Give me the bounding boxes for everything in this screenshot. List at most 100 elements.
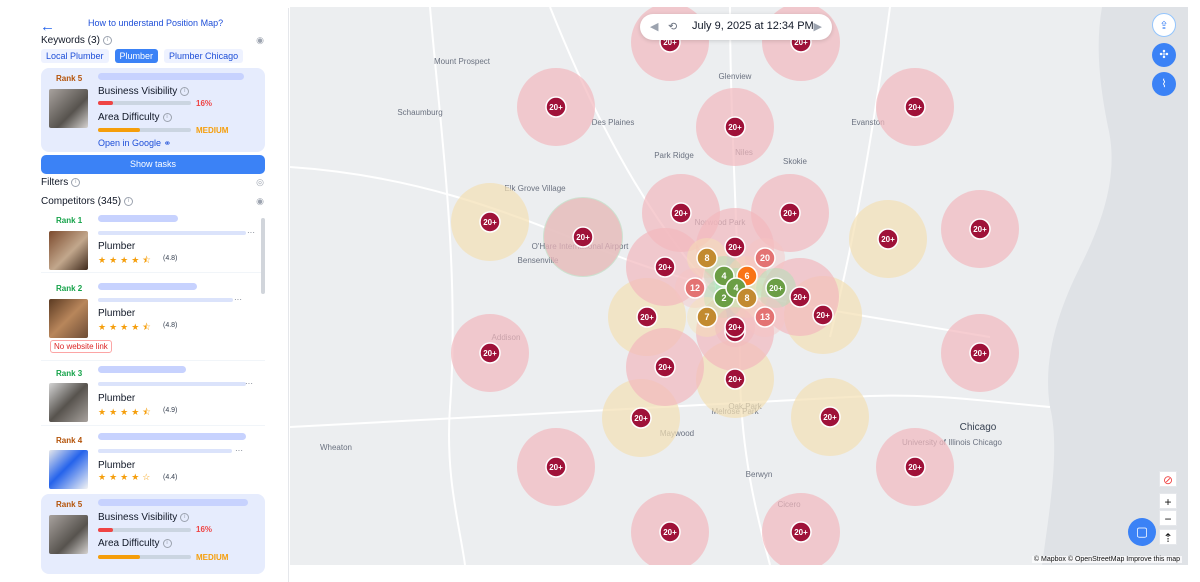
- map-pin[interactable]: 20: [754, 247, 776, 269]
- map-pin[interactable]: 20+: [724, 116, 746, 138]
- competitor-address-placeholder: [98, 231, 246, 235]
- draw-off-icon[interactable]: ⊘: [1159, 471, 1177, 487]
- map-pin[interactable]: 20+: [670, 202, 692, 224]
- sidebar: ← How to understand Position Map? Keywor…: [16, 8, 289, 582]
- map-pin[interactable]: 20+: [812, 304, 834, 326]
- map-pin[interactable]: 20+: [636, 306, 658, 328]
- divider: [41, 360, 265, 361]
- map-pin-label: 8: [744, 293, 749, 303]
- compass-reset-icon[interactable]: ⇡: [1159, 529, 1177, 545]
- map-pin[interactable]: 20+: [969, 218, 991, 240]
- eye-icon[interactable]: ◉: [256, 35, 264, 46]
- map-pin[interactable]: 7: [696, 306, 718, 328]
- map-pin[interactable]: 20+: [724, 316, 746, 338]
- map-pin[interactable]: 20+: [790, 521, 812, 543]
- competitor-name-placeholder: [98, 366, 186, 373]
- map-pin[interactable]: 12: [684, 277, 706, 299]
- sidebar-scrollbar[interactable]: [261, 218, 265, 294]
- keywords-label-text: Keywords (3): [41, 35, 100, 46]
- map-pin[interactable]: 20+: [724, 236, 746, 258]
- help-link[interactable]: How to understand Position Map?: [88, 18, 223, 28]
- map-pin-label: 20+: [728, 243, 742, 252]
- map-pin[interactable]: 20+: [479, 342, 501, 364]
- rank-label: Rank 5: [56, 500, 83, 509]
- map-pin[interactable]: 20+: [765, 277, 787, 299]
- map-pin[interactable]: 20+: [904, 456, 926, 478]
- info-icon[interactable]: i: [162, 112, 172, 122]
- map-pin[interactable]: 20+: [572, 226, 594, 248]
- info-icon[interactable]: i: [180, 86, 190, 96]
- business-visibility-label: Business Visibility i: [98, 512, 190, 523]
- zoom-in-button[interactable]: +: [1159, 493, 1177, 509]
- date-selector[interactable]: ◀ ⟲ July 9, 2025 at 12:34 PM ▶: [640, 14, 832, 40]
- competitor-card[interactable]: Rank 1 ··· Plumber ★★★★⯪ (4.8): [41, 210, 265, 270]
- map-pin-label: 20+: [881, 235, 895, 244]
- more-icon[interactable]: ···: [234, 295, 242, 304]
- map-pin[interactable]: 20+: [630, 407, 652, 429]
- map-pin[interactable]: 20+: [819, 406, 841, 428]
- info-icon[interactable]: i: [102, 35, 112, 45]
- map-pin[interactable]: 20+: [779, 202, 801, 224]
- competitor-category: Plumber: [98, 241, 136, 252]
- info-icon[interactable]: i: [71, 177, 81, 187]
- map-pin[interactable]: 20+: [724, 368, 746, 390]
- more-icon[interactable]: ···: [245, 379, 253, 388]
- more-icon[interactable]: ···: [235, 446, 243, 455]
- map[interactable]: Mount Prospect Glenview Evanston Schaumburg…: [290, 7, 1188, 565]
- info-icon[interactable]: i: [180, 512, 190, 522]
- map-pin[interactable]: 20+: [479, 211, 501, 233]
- keyword-chip-local-plumber[interactable]: Local Plumber: [41, 49, 109, 63]
- business-visibility-text: Business Visibility: [98, 86, 178, 97]
- map-pin-label: 20+: [783, 209, 797, 218]
- open-in-google-link[interactable]: Open in Google ⚭: [98, 138, 171, 149]
- info-icon[interactable]: i: [162, 538, 172, 548]
- map-attribution[interactable]: © Mapbox © OpenStreetMap Improve this ma…: [1031, 556, 1182, 563]
- map-canvas[interactable]: Mount ProspectGlenviewEvanstonSchaumburg…: [290, 7, 1188, 565]
- map-pin[interactable]: 20+: [877, 228, 899, 250]
- map-pin[interactable]: 20+: [545, 96, 567, 118]
- map-pin-label: 20+: [769, 284, 783, 293]
- eye-icon[interactable]: ◉: [256, 196, 264, 207]
- area-difficulty-label: Area Difficulty i: [98, 538, 172, 549]
- eye-off-icon[interactable]: ◎: [256, 177, 264, 188]
- map-place-label: Des Plaines: [592, 118, 635, 127]
- star-rating: ★★★★⯪: [98, 407, 154, 417]
- map-place-label: Schaumburg: [397, 108, 442, 117]
- more-icon[interactable]: ···: [247, 228, 255, 237]
- map-pin-label: 20+: [728, 375, 742, 384]
- map-pin-label: 20+: [658, 263, 672, 272]
- map-pin[interactable]: 20+: [654, 356, 676, 378]
- competitor-card[interactable]: Rank 3 ··· Plumber ★★★★⯪ (4.9): [41, 363, 265, 423]
- business-card[interactable]: Rank 5 Business Visibility i 16% Area Dif…: [41, 68, 265, 152]
- next-date-icon[interactable]: ▶: [814, 20, 822, 33]
- zoom-out-button[interactable]: −: [1159, 510, 1177, 526]
- business-name-placeholder: [98, 499, 248, 506]
- grid-settings-icon[interactable]: ✣: [1152, 43, 1176, 67]
- competitor-card[interactable]: Rank 4 ··· Plumber ★★★★☆ (4.4): [41, 430, 265, 492]
- map-pin-label: 20+: [549, 463, 563, 472]
- map-pin[interactable]: 13: [754, 306, 776, 328]
- prev-date-icon[interactable]: ◀: [650, 20, 658, 33]
- share-icon[interactable]: ⇪: [1152, 13, 1176, 37]
- business-card-bottom[interactable]: Rank 5 Business Visibility i 16% Area Dif…: [41, 494, 265, 574]
- map-pin[interactable]: 8: [736, 287, 758, 309]
- map-pin[interactable]: 20+: [904, 96, 926, 118]
- info-icon[interactable]: i: [124, 196, 134, 206]
- map-pin[interactable]: 20+: [654, 256, 676, 278]
- map-pin-label: 20+: [973, 225, 987, 234]
- map-pin[interactable]: 20+: [789, 286, 811, 308]
- competitor-card[interactable]: Rank 2 ··· Plumber ★★★★⯪ (4.8) No websit…: [41, 278, 265, 358]
- area-difficulty-text: Area Difficulty: [98, 538, 160, 549]
- arrow-left-icon[interactable]: ←: [40, 18, 55, 35]
- keyword-chip-plumber-chicago[interactable]: Plumber Chicago: [164, 49, 244, 63]
- map-pin[interactable]: 20+: [659, 521, 681, 543]
- keyword-chip-plumber[interactable]: Plumber: [114, 49, 159, 63]
- map-pin[interactable]: 20+: [545, 456, 567, 478]
- chat-icon[interactable]: ▢: [1128, 518, 1156, 546]
- show-tasks-button[interactable]: Show tasks: [41, 155, 265, 174]
- map-pin[interactable]: 8: [696, 247, 718, 269]
- map-pin[interactable]: 20+: [969, 342, 991, 364]
- difficulty-value: MEDIUM: [196, 126, 229, 135]
- competitor-category: Plumber: [98, 393, 136, 404]
- chart-icon[interactable]: ⌇: [1152, 72, 1176, 96]
